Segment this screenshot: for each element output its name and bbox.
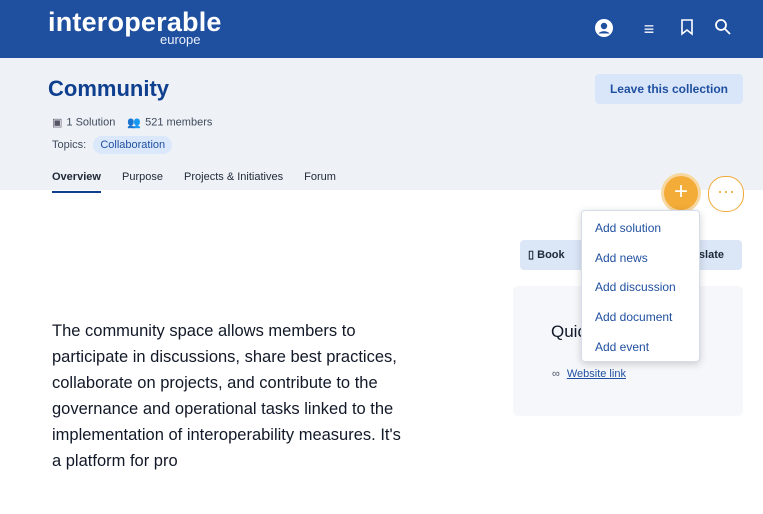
add-event-menu-item[interactable]: Add event <box>595 340 649 354</box>
bookmark-icon[interactable] <box>676 18 698 40</box>
add-content-dropdown: Add solution Add news Add discussion Add… <box>581 210 700 362</box>
add-document-menu-item[interactable]: Add document <box>595 310 672 324</box>
tab-purpose[interactable]: Purpose <box>122 171 163 191</box>
topic-badge[interactable]: Collaboration <box>93 136 173 154</box>
menu-icon[interactable]: ≡ <box>638 18 660 40</box>
bookmark-icon-svg <box>681 19 693 36</box>
member-count: 521 members <box>145 116 213 129</box>
tab-projects-initiatives[interactable]: Projects & Initiatives <box>184 171 283 191</box>
link-icon: ∞ <box>552 368 560 380</box>
leave-collection-button[interactable]: Leave this collection <box>595 74 743 104</box>
bookmark-label: Book <box>537 249 565 261</box>
add-solution-menu-item[interactable]: Add solution <box>595 221 661 235</box>
collection-tabs: Overview Purpose Projects & Initiatives … <box>52 171 354 193</box>
members-icon: 👥 <box>127 117 142 129</box>
solution-count: 1 Solution <box>66 116 116 129</box>
page-title: Community <box>48 76 169 101</box>
bookmark-small-icon: ▯ <box>528 249 535 261</box>
topics-row: Topics: Collaboration <box>52 136 173 154</box>
translate-button[interactable]: slate <box>699 240 724 270</box>
website-link[interactable]: ∞ Website link <box>552 368 626 380</box>
more-options-button[interactable]: ··· <box>708 176 744 212</box>
collection-meta: ▣ 1 Solution 👥 521 members <box>52 116 213 130</box>
logo-sub-text: europe <box>160 32 201 47</box>
search-icon-svg <box>715 19 731 35</box>
tab-overview[interactable]: Overview <box>52 171 101 193</box>
topics-label: Topics: <box>52 139 87 151</box>
bookmark-button[interactable]: ▯ Book <box>528 240 565 270</box>
add-discussion-menu-item[interactable]: Add discussion <box>595 280 676 294</box>
search-icon[interactable] <box>712 18 734 40</box>
account-icon-svg <box>595 19 613 37</box>
add-content-button[interactable]: + <box>664 176 698 210</box>
tab-forum[interactable]: Forum <box>304 171 336 191</box>
interoperable-europe-logo[interactable]: interoperable europe <box>48 8 222 47</box>
top-navigation-bar: interoperable europe ≡ <box>0 0 763 58</box>
add-news-menu-item[interactable]: Add news <box>595 251 648 265</box>
solution-icon: ▣ <box>52 117 63 129</box>
collection-description: The community space allows members to pa… <box>52 322 401 470</box>
account-icon[interactable] <box>593 18 615 40</box>
website-link-text: Website link <box>566 368 626 380</box>
